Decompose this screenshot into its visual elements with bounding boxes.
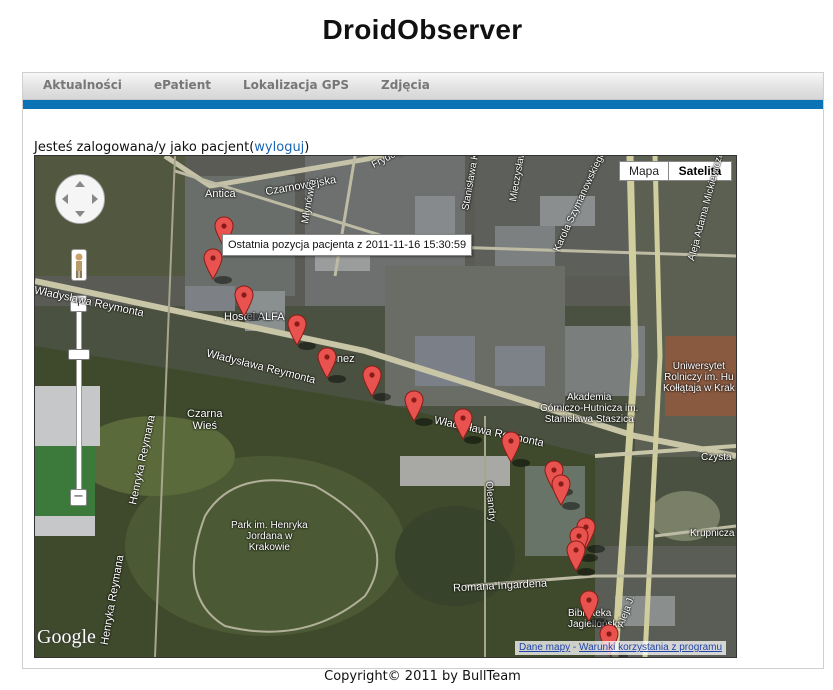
location-marker-icon[interactable] — [203, 248, 223, 280]
marker-shadow — [587, 545, 605, 553]
main-nav: Aktualności ePatient Lokalizacja GPS Zdj… — [23, 73, 823, 100]
map-data-link[interactable]: Dane mapy — [519, 642, 570, 653]
marker-shadow — [245, 313, 263, 321]
marker-shadow — [328, 375, 346, 383]
location-marker-icon[interactable] — [404, 390, 424, 422]
map-attribution: Dane mapy - Warunki korzystania z progra… — [515, 641, 727, 655]
location-marker-icon[interactable] — [501, 431, 521, 463]
marker-shadow — [590, 618, 608, 626]
content-panel: Aktualności ePatient Lokalizacja GPS Zdj… — [22, 72, 824, 669]
marker-shadow — [214, 276, 232, 284]
nav-item-lokalizacja-gps[interactable]: Lokalizacja GPS — [243, 78, 349, 92]
marker-shadow — [415, 418, 433, 426]
location-marker-icon[interactable] — [551, 474, 571, 506]
nav-accent-bar — [23, 100, 823, 109]
terms-of-use-link[interactable]: Warunki korzystania z programu — [579, 642, 722, 653]
location-marker-icon[interactable] — [453, 408, 473, 440]
nav-item-aktualnosci[interactable]: Aktualności — [43, 78, 122, 92]
location-marker-icon[interactable] — [287, 314, 307, 346]
marker-shadow — [512, 459, 530, 467]
marker-shadow — [577, 568, 595, 576]
login-status-text: Jesteś zalogowana/y jako pacjent( — [34, 140, 255, 155]
nav-item-epatient[interactable]: ePatient — [154, 78, 211, 92]
login-status: Jesteś zalogowana/y jako pacjent(wyloguj… — [34, 140, 309, 155]
location-marker-icon[interactable] — [317, 347, 337, 379]
nav-item-zdjecia[interactable]: Zdjęcia — [381, 78, 430, 92]
login-status-close: ) — [304, 140, 310, 155]
map-view[interactable]: Mapa Satelita + − Czarnowiejska Antica H… — [34, 155, 737, 658]
logout-link[interactable]: wyloguj — [254, 140, 304, 155]
marker-shadow — [562, 502, 580, 510]
google-logo[interactable]: Google — [37, 626, 96, 649]
marker-shadow — [373, 393, 391, 401]
marker-info-window: Ostatnia pozycja pacjenta z 2011-11-16 1… — [222, 234, 473, 256]
marker-shadow — [298, 342, 316, 350]
site-title: DroidObserver — [322, 14, 523, 45]
marker-shadow — [464, 436, 482, 444]
location-marker-icon[interactable] — [234, 285, 254, 317]
footer-copyright: Copyright© 2011 by BullTeam — [324, 669, 521, 684]
location-marker-icon[interactable] — [579, 590, 599, 622]
marker-layer — [203, 216, 628, 657]
location-marker-icon[interactable] — [362, 365, 382, 397]
location-marker-icon[interactable] — [566, 540, 586, 572]
